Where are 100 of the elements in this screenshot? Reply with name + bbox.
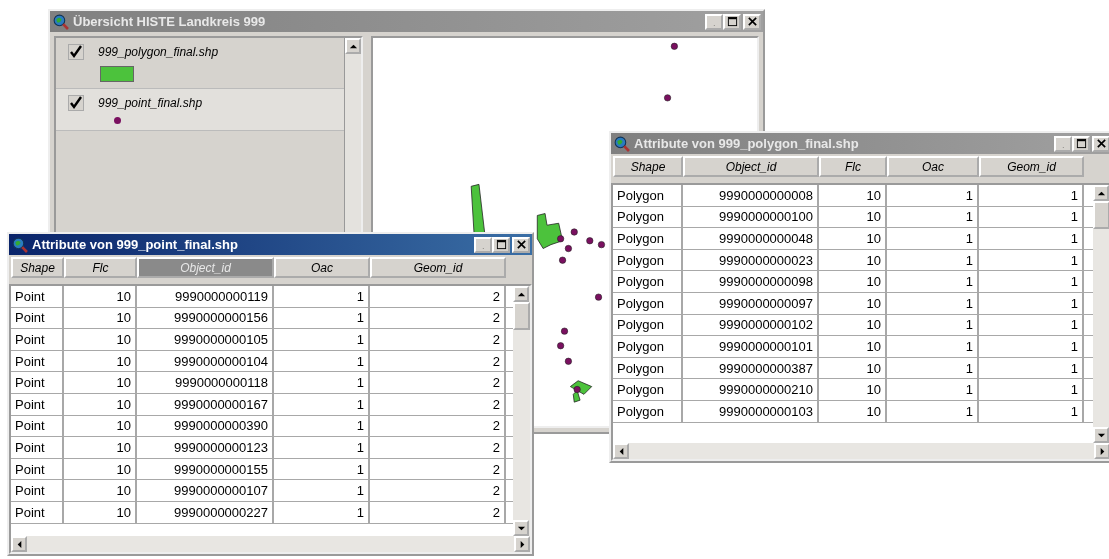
table-cell: 1: [979, 292, 1084, 314]
table-cell: 10: [819, 292, 887, 314]
table-cell: 9990000000210: [683, 379, 819, 400]
table-cell: 1: [274, 350, 370, 372]
table-cell: 10: [819, 336, 887, 357]
table-cell: 9990000000102: [683, 314, 819, 336]
table-cell: 10: [819, 400, 887, 422]
table-cell: 2: [370, 480, 506, 501]
table-cell: 9990000000123: [137, 437, 274, 458]
table-cell: 9990000000390: [137, 415, 274, 437]
table-cell: 10: [64, 329, 137, 350]
layer-name: 999_polygon_final.shp: [98, 45, 219, 59]
table-cell: 1: [887, 185, 979, 206]
table-cell: 1: [274, 437, 370, 458]
table-cell: 2: [370, 350, 506, 372]
table-cell: 9990000000023: [683, 249, 819, 271]
table-cell: 1: [887, 249, 979, 271]
table-cell: 9990000000100: [683, 206, 819, 228]
table-cell: 1: [979, 314, 1084, 336]
table-cell: 1: [887, 228, 979, 249]
table-cell: 1: [274, 393, 370, 415]
table-cell: 2: [370, 501, 506, 523]
table-cell: 10: [64, 458, 137, 480]
table-cell: Point: [11, 393, 64, 415]
table-cell: Point: [11, 415, 64, 437]
table-cell: 9990000000098: [683, 271, 819, 292]
table-cell: 1: [979, 228, 1084, 249]
table-cell: 10: [64, 415, 137, 437]
table-cell: 1: [887, 357, 979, 379]
table-cell: 10: [64, 350, 137, 372]
table-cell: Point: [11, 329, 64, 350]
table-cell: Polygon: [613, 357, 683, 379]
table-cell: 10: [819, 379, 887, 400]
table-cell: 1: [887, 271, 979, 292]
table-cell: 10: [819, 271, 887, 292]
table-cell: 10: [819, 206, 887, 228]
table-cell: 1: [979, 400, 1084, 422]
table-cell: 1: [274, 501, 370, 523]
table-cell: 9990000000155: [137, 458, 274, 480]
window-title: Übersicht HISTE Landkreis 999: [73, 14, 267, 29]
table-cell: 1: [274, 372, 370, 393]
table-cell: 9990000000097: [683, 292, 819, 314]
table-cell: 10: [64, 372, 137, 393]
table-cell: 9990000000227: [137, 501, 274, 523]
table-cell: Polygon: [613, 271, 683, 292]
table-cell: 1: [887, 292, 979, 314]
table-cell: 1: [887, 206, 979, 228]
table-cell: 9990000000048: [683, 228, 819, 249]
table-cell: 2: [370, 329, 506, 350]
table-cell: Point: [11, 437, 64, 458]
table-cell: 1: [979, 357, 1084, 379]
table-cell: 9990000000167: [137, 393, 274, 415]
table-cell: Polygon: [613, 292, 683, 314]
table-cell: Polygon: [613, 314, 683, 336]
table-cell: 2: [370, 372, 506, 393]
table-cell: 2: [370, 415, 506, 437]
table-cell: 9990000000104: [137, 350, 274, 372]
table-cell: 9990000000101: [683, 336, 819, 357]
window-title: Attribute von 999_polygon_final.shp: [634, 136, 860, 151]
table-cell: 1: [979, 271, 1084, 292]
table-cell: 10: [64, 437, 137, 458]
table-cell: 1: [979, 185, 1084, 206]
table-cell: 1: [979, 249, 1084, 271]
table-cell: 9990000000118: [137, 372, 274, 393]
table-cell: Polygon: [613, 228, 683, 249]
table-cell: Point: [11, 350, 64, 372]
table-cell: 10: [64, 501, 137, 523]
table-cell: Polygon: [613, 249, 683, 271]
layer-name: 999_point_final.shp: [98, 96, 203, 110]
table-cell: 1: [887, 400, 979, 422]
table-cell: 9990000000387: [683, 357, 819, 379]
table-cell: 1: [274, 307, 370, 329]
table-cell: 1: [887, 314, 979, 336]
table-cell: 1: [274, 480, 370, 501]
table-cell: 9990000000105: [137, 329, 274, 350]
table-cell: 2: [370, 286, 506, 307]
table-cell: Point: [11, 501, 64, 523]
table-cell: 2: [370, 458, 506, 480]
table-cell: Polygon: [613, 185, 683, 206]
table-cell: Polygon: [613, 400, 683, 422]
table-cell: 1: [274, 458, 370, 480]
table-cell: 10: [64, 307, 137, 329]
table-cell: 10: [819, 357, 887, 379]
table-cell: 2: [370, 393, 506, 415]
table-cell: 1: [979, 336, 1084, 357]
table-cell: Polygon: [613, 336, 683, 357]
table-cell: 9990000000119: [137, 286, 274, 307]
table-cell: 9990000000008: [683, 185, 819, 206]
table-cell: 9990000000107: [137, 480, 274, 501]
table-cell: 1: [274, 286, 370, 307]
table-cell: 10: [64, 393, 137, 415]
table-cell: 1: [979, 379, 1084, 400]
table-cell: 1: [979, 206, 1084, 228]
table-cell: 9990000000156: [137, 307, 274, 329]
table-cell: 10: [64, 480, 137, 501]
table-cell: Point: [11, 307, 64, 329]
table-cell: 1: [887, 379, 979, 400]
table-cell: Point: [11, 458, 64, 480]
table-cell: 10: [819, 228, 887, 249]
table-cell: 1: [887, 336, 979, 357]
